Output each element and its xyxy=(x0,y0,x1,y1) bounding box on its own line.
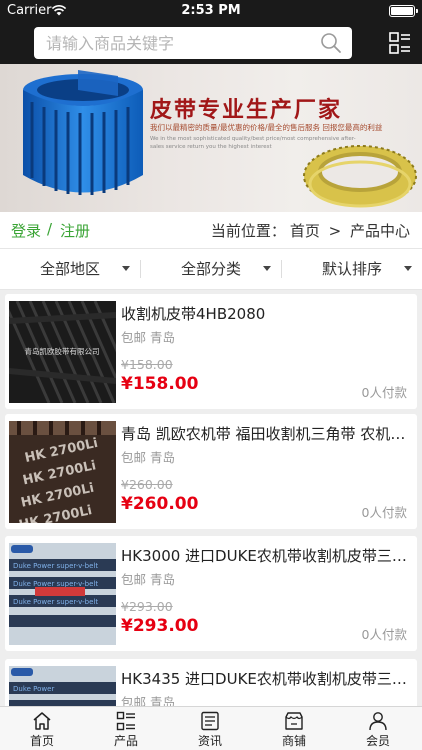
banner-subtitle: 我们以最精密的质量/最优惠的价格/最全的售后服务 回报您最高的利益 xyxy=(150,123,383,132)
tab-store[interactable]: 商铺 xyxy=(252,707,336,750)
breadcrumb-home[interactable]: 首页 xyxy=(290,222,320,240)
product-name[interactable]: HK3435 进口DUKE农机带收割机皮带三角带 xyxy=(121,668,407,689)
home-icon xyxy=(33,712,51,730)
blue-conveyor-belt-image xyxy=(23,70,143,195)
product-original-price: ¥293.00 xyxy=(121,599,173,614)
product-name[interactable]: 收割机皮带4HB2080 xyxy=(121,303,407,324)
product-thumbnail: Duke Power xyxy=(9,666,116,706)
chevron-down-icon xyxy=(404,266,412,271)
product-location: 包邮 青岛 xyxy=(121,450,175,465)
filter-region-dropdown[interactable]: 全部地区 xyxy=(0,249,140,289)
product-original-price: ¥260.00 xyxy=(121,477,173,492)
login-link[interactable]: 登录 xyxy=(11,220,41,241)
news-icon xyxy=(201,711,219,731)
breadcrumb-prefix: 当前位置： xyxy=(210,222,286,240)
breadcrumb-arrow: > xyxy=(328,222,342,240)
product-sales-count: 0人付款 xyxy=(361,505,407,520)
tab-home-label: 首页 xyxy=(29,734,54,748)
product-location: 包邮 青岛 xyxy=(121,572,175,587)
product-sales-count: 0人付款 xyxy=(361,385,407,400)
product-name[interactable]: 青岛 凯欧农机带 福田收割机三角带 农机带HK2700 xyxy=(121,423,407,444)
account-breadcrumb-row: 登录 / 注册 当前位置： 首页 > 产品中心 xyxy=(0,212,422,248)
product-card[interactable]: Duke Power super-v-belt Duke Power super… xyxy=(5,536,417,651)
product-sales-count: 0人付款 xyxy=(361,627,407,642)
tab-member-label: 会员 xyxy=(365,734,390,748)
filter-sort-dropdown[interactable]: 默认排序 xyxy=(282,249,422,289)
search-bar[interactable] xyxy=(34,27,352,59)
product-thumbnail: 青岛凯欧胶带有限公司 xyxy=(9,301,116,403)
product-location: 包邮 青岛 xyxy=(121,330,175,345)
breadcrumb-current: 产品中心 xyxy=(349,222,410,240)
app-header: Carrier 2:53 PM xyxy=(0,0,422,64)
search-input[interactable] xyxy=(34,27,314,59)
product-thumbnail: Duke Power super-v-belt Duke Power super… xyxy=(9,543,116,645)
product-card[interactable]: HK 2700Li HK 2700Li HK 2700Li HK 2700Li … xyxy=(5,414,417,529)
chevron-down-icon xyxy=(263,266,271,271)
product-grid-icon xyxy=(116,711,135,731)
product-thumbnail: HK 2700Li HK 2700Li HK 2700Li HK 2700Li xyxy=(9,421,116,523)
thumbnail-text: Duke Power xyxy=(13,685,54,693)
product-name[interactable]: HK3000 进口DUKE农机带收割机皮带三角带 xyxy=(121,545,407,566)
thumbnail-text: Duke Power super-v-belt xyxy=(13,562,98,570)
filter-category-dropdown[interactable]: 全部分类 xyxy=(141,249,281,289)
battery-icon xyxy=(389,5,418,17)
bottom-tab-bar: 首页 产品 资讯 商铺 会员 xyxy=(0,706,422,750)
tab-store-label: 商铺 xyxy=(281,734,306,748)
tab-products-label: 产品 xyxy=(113,734,138,748)
product-list[interactable]: 青岛凯欧胶带有限公司 收割机皮带4HB2080 包邮 青岛 ¥158.00 ¥1… xyxy=(0,290,422,706)
product-original-price: ¥158.00 xyxy=(121,357,173,372)
promo-banner[interactable]: 皮带专业生产厂家 我们以最精密的质量/最优惠的价格/最全的售后服务 回报您最高的… xyxy=(0,64,422,212)
product-price: ¥260.00 xyxy=(121,494,199,514)
product-price: ¥293.00 xyxy=(121,616,199,636)
yellow-timing-belt-image xyxy=(303,145,417,208)
tab-member[interactable]: 会员 xyxy=(336,707,420,750)
register-link[interactable]: 注册 xyxy=(60,220,90,241)
chevron-down-icon xyxy=(122,266,130,271)
product-card[interactable]: 青岛凯欧胶带有限公司 收割机皮带4HB2080 包邮 青岛 ¥158.00 ¥1… xyxy=(5,294,417,409)
login-separator: / xyxy=(47,220,53,238)
tab-news-label: 资讯 xyxy=(197,734,222,748)
filter-sort-label: 默认排序 xyxy=(321,260,382,278)
breadcrumb: 当前位置： 首页 > 产品中心 xyxy=(207,220,410,241)
member-icon xyxy=(369,712,387,731)
product-location: 包邮 青岛 xyxy=(121,695,175,706)
thumbnail-watermark: 青岛凯欧胶带有限公司 xyxy=(25,346,100,356)
search-icon[interactable] xyxy=(320,32,342,54)
product-card[interactable]: Duke Power HK3435 进口DUKE农机带收割机皮带三角带 包邮 青… xyxy=(5,659,417,706)
product-price: ¥158.00 xyxy=(121,374,199,394)
tab-news[interactable]: 资讯 xyxy=(168,707,252,750)
thumbnail-text: Duke Power super-v-belt xyxy=(13,580,98,588)
tab-home[interactable]: 首页 xyxy=(0,707,84,750)
filter-region-label: 全部地区 xyxy=(39,260,100,278)
filter-category-label: 全部分类 xyxy=(180,260,241,278)
banner-title: 皮带专业生产厂家 xyxy=(150,97,343,123)
filter-bar: 全部地区 全部分类 默认排序 xyxy=(0,248,422,290)
status-bar: Carrier 2:53 PM xyxy=(0,0,422,22)
store-icon xyxy=(285,712,303,730)
tab-products[interactable]: 产品 xyxy=(84,707,168,750)
category-menu-icon[interactable] xyxy=(389,32,411,54)
clock: 2:53 PM xyxy=(181,3,241,18)
thumbnail-text: Duke Power super-v-belt xyxy=(13,598,98,606)
